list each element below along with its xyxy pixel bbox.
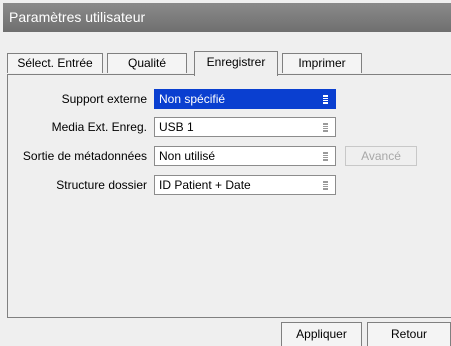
external-media-dropdown[interactable]: Non spécifié <box>154 89 336 109</box>
dropdown-icon <box>323 123 328 132</box>
folder-structure-label: Structure dossier <box>56 178 147 192</box>
external-media-value: Non spécifié <box>159 92 226 106</box>
tab-record[interactable]: Enregistrer <box>194 51 278 76</box>
ext-media-record-value: USB 1 <box>159 120 194 134</box>
record-settings-panel <box>7 74 451 318</box>
tab-print[interactable]: Imprimer <box>282 53 362 73</box>
dropdown-icon <box>323 181 328 190</box>
tab-select-input[interactable]: Sélect. Entrée <box>7 53 103 73</box>
window-title: Paramètres utilisateur <box>3 3 451 32</box>
ext-media-record-label: Media Ext. Enreg. <box>51 120 147 134</box>
apply-button[interactable]: Appliquer <box>281 322 362 346</box>
advanced-button[interactable]: Avancé <box>345 146 417 166</box>
tab-quality[interactable]: Qualité <box>107 53 187 73</box>
dropdown-icon <box>323 95 328 104</box>
external-media-label: Support externe <box>61 92 147 106</box>
settings-window: Paramètres utilisateur Sélect. Entrée Qu… <box>0 0 451 346</box>
metadata-output-dropdown[interactable]: Non utilisé <box>154 146 336 166</box>
folder-structure-dropdown[interactable]: ID Patient + Date <box>154 175 336 195</box>
metadata-output-label: Sortie de métadonnées <box>22 149 147 163</box>
dropdown-icon <box>323 152 328 161</box>
ext-media-record-dropdown[interactable]: USB 1 <box>154 117 336 137</box>
metadata-output-value: Non utilisé <box>159 149 216 163</box>
back-button[interactable]: Retour <box>367 322 451 346</box>
folder-structure-value: ID Patient + Date <box>159 178 251 192</box>
